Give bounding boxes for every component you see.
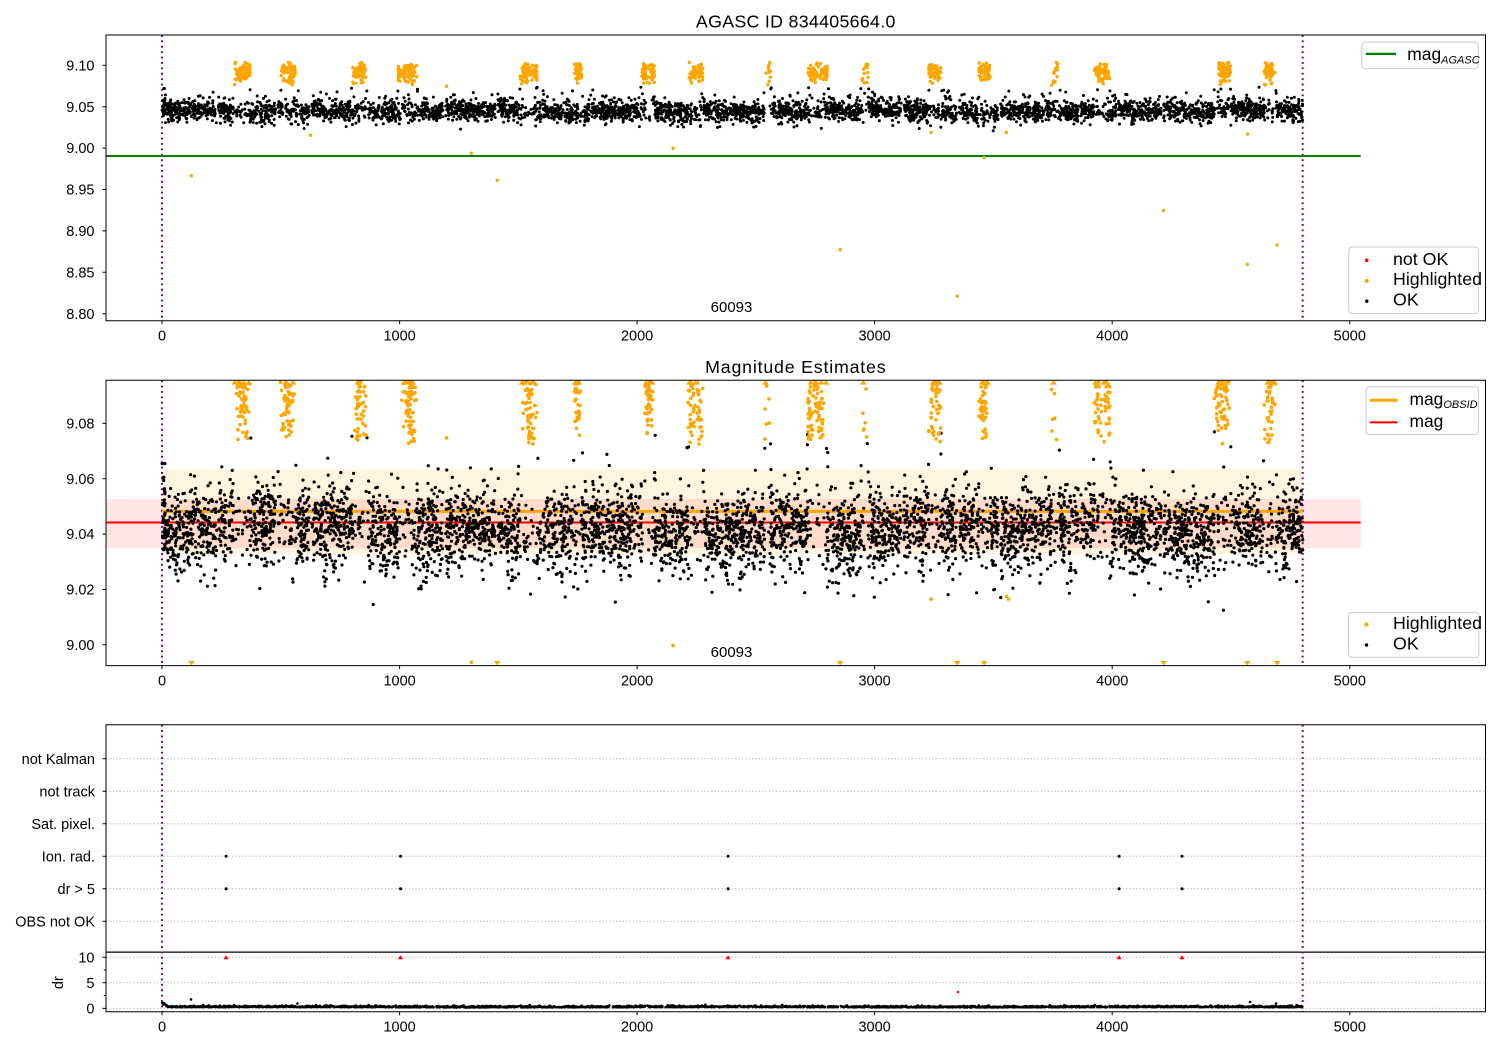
svg-text:5: 5 [86,976,94,992]
svg-text:8.80: 8.80 [66,307,94,323]
svg-text:9.10: 9.10 [66,58,94,74]
svg-text:8.95: 8.95 [66,183,94,199]
svg-text:dr: dr [51,976,67,989]
svg-text:3000: 3000 [858,329,890,345]
svg-text:0: 0 [86,1002,94,1018]
svg-text:0: 0 [158,1020,166,1036]
svg-text:3000: 3000 [858,673,890,689]
svg-text:5000: 5000 [1334,1020,1366,1036]
svg-text:not track: not track [39,784,95,800]
svg-text:9.00: 9.00 [66,638,94,654]
svg-text:5000: 5000 [1334,329,1366,345]
svg-text:not OK: not OK [1393,249,1448,269]
svg-text:2000: 2000 [621,329,653,345]
svg-text:Highlighted: Highlighted [1393,613,1482,633]
svg-text:3000: 3000 [858,1020,890,1036]
svg-text:9.04: 9.04 [66,527,94,543]
svg-text:9.06: 9.06 [66,472,94,488]
svg-text:10: 10 [78,950,94,966]
svg-text:0: 0 [158,673,166,689]
svg-text:60093: 60093 [711,644,753,661]
svg-text:OK: OK [1393,634,1419,654]
svg-text:2000: 2000 [621,1020,653,1036]
svg-text:dr > 5: dr > 5 [58,882,95,898]
svg-text:8.90: 8.90 [66,224,94,240]
svg-text:1000: 1000 [383,673,415,689]
svg-text:Magnitude Estimates: Magnitude Estimates [705,357,886,377]
svg-text:5000: 5000 [1334,673,1366,689]
svg-text:1000: 1000 [383,1020,415,1036]
svg-text:not Kalman: not Kalman [22,752,95,768]
svg-text:4000: 4000 [1096,1020,1128,1036]
svg-text:9.02: 9.02 [66,583,94,599]
svg-text:9.08: 9.08 [66,417,94,433]
svg-text:Sat. pixel.: Sat. pixel. [31,817,95,833]
svg-text:AGASC ID 834405664.0: AGASC ID 834405664.0 [696,12,896,32]
svg-text:60093: 60093 [711,299,753,316]
svg-text:OBS not OK: OBS not OK [15,914,95,930]
svg-text:4000: 4000 [1096,329,1128,345]
svg-text:8.85: 8.85 [66,265,94,281]
svg-text:1000: 1000 [383,329,415,345]
svg-text:2000: 2000 [621,673,653,689]
svg-text:4000: 4000 [1096,673,1128,689]
svg-text:OK: OK [1393,290,1419,310]
svg-text:mag: mag [1410,411,1444,431]
svg-text:9.05: 9.05 [66,100,94,116]
svg-text:0: 0 [158,329,166,345]
svg-text:Highlighted: Highlighted [1393,269,1482,289]
svg-text:Ion. rad.: Ion. rad. [42,849,95,865]
svg-text:9.00: 9.00 [66,141,94,157]
